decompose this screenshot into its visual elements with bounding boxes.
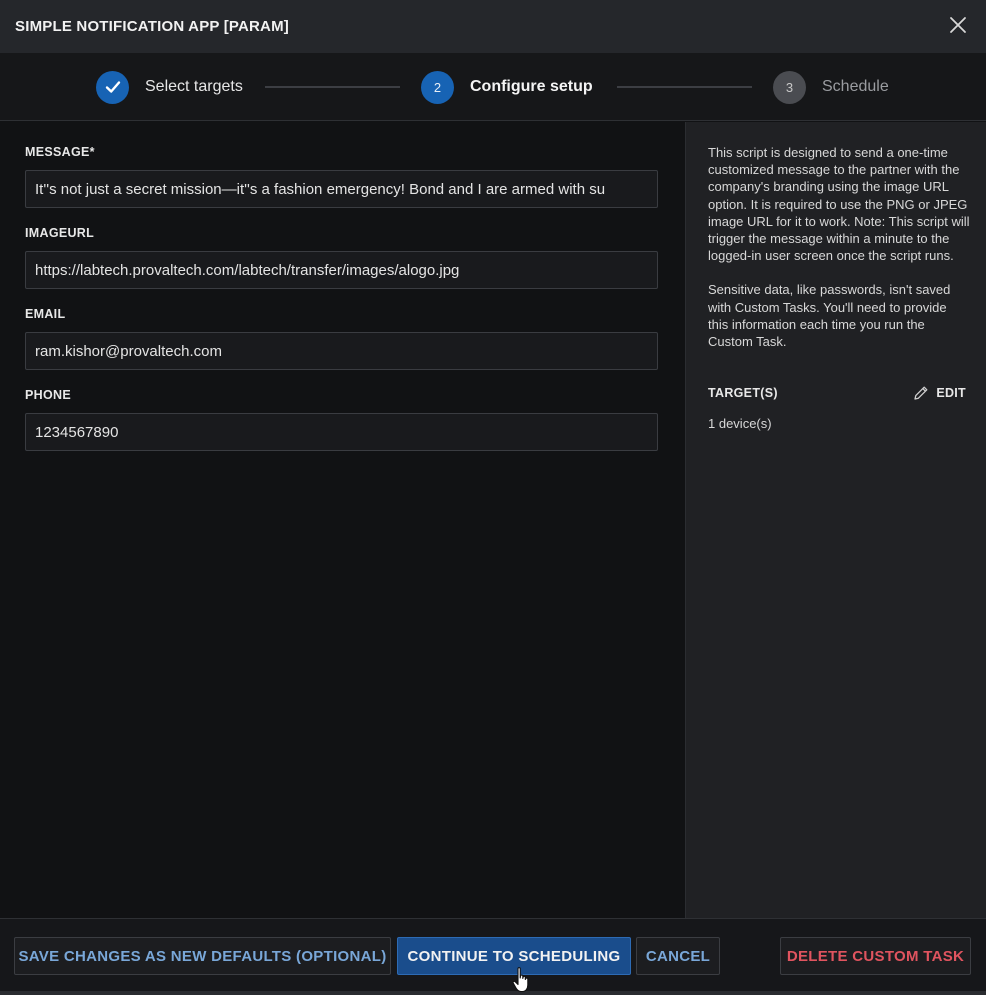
window-bottom-edge: [0, 991, 986, 995]
checkmark-icon: [105, 81, 120, 93]
step-1-indicator: [96, 70, 129, 104]
dialog-title: SIMPLE NOTIFICATION APP [PARAM]: [15, 18, 289, 35]
step-schedule: 3 Schedule: [773, 70, 889, 104]
parameter-form: MESSAGE* IMAGEURL EMAIL PHONE: [0, 122, 685, 918]
continue-to-scheduling-button[interactable]: CONTINUE TO SCHEDULING: [397, 937, 631, 975]
step-1-label: Select targets: [145, 78, 243, 95]
cancel-button[interactable]: CANCEL: [636, 937, 720, 975]
step-configure-setup: 2 Configure setup: [421, 70, 593, 104]
dialog-header: SIMPLE NOTIFICATION APP [PARAM]: [0, 0, 986, 53]
close-icon: [950, 17, 966, 33]
step-2-label: Configure setup: [470, 78, 593, 95]
save-defaults-button[interactable]: SAVE CHANGES AS NEW DEFAULTS (OPTIONAL): [14, 937, 391, 975]
edit-targets-button[interactable]: EDIT: [912, 384, 966, 402]
wizard-stepper: Select targets 2 Configure setup 3 Sched…: [0, 53, 986, 121]
step-3-label: Schedule: [822, 78, 889, 95]
script-description: This script is designed to send a one-ti…: [708, 144, 970, 350]
description-text: This script is designed to send a one-ti…: [708, 145, 970, 264]
step-connector-1: [265, 86, 400, 88]
close-button[interactable]: [948, 15, 968, 35]
message-input[interactable]: [25, 170, 658, 208]
dialog-footer: SAVE CHANGES AS NEW DEFAULTS (OPTIONAL) …: [0, 918, 986, 995]
message-label: MESSAGE*: [25, 145, 95, 159]
info-side-panel: This script is designed to send a one-ti…: [685, 122, 986, 918]
email-label: EMAIL: [25, 307, 66, 321]
imageurl-input[interactable]: [25, 251, 658, 289]
step-2-indicator: 2: [421, 70, 454, 104]
pencil-icon: [914, 386, 928, 400]
phone-input[interactable]: [25, 413, 658, 451]
email-input[interactable]: [25, 332, 658, 370]
device-count: 1 device(s): [708, 416, 772, 431]
step-3-indicator: 3: [773, 70, 806, 104]
targets-heading: TARGET(S): [708, 386, 778, 400]
step-select-targets[interactable]: Select targets: [96, 70, 243, 104]
step-connector-2: [617, 86, 752, 88]
phone-label: PHONE: [25, 388, 71, 402]
delete-custom-task-button[interactable]: DELETE CUSTOM TASK: [780, 937, 971, 975]
sensitive-data-note: Sensitive data, like passwords, isn't sa…: [708, 282, 951, 350]
imageurl-label: IMAGEURL: [25, 226, 95, 240]
edit-label: EDIT: [936, 386, 966, 400]
